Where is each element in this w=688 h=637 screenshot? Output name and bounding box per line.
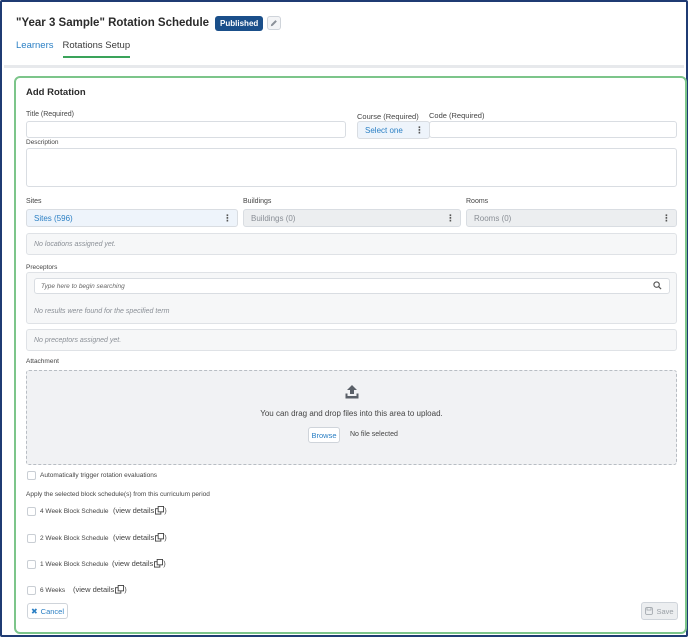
preceptors-empty-state: No preceptors assigned yet. bbox=[26, 329, 677, 351]
view-details-text: (view details bbox=[113, 506, 155, 515]
save-label: Save bbox=[656, 606, 674, 616]
external-window-icon bbox=[155, 533, 165, 542]
buildings-select-value: Buildings (0) bbox=[251, 213, 296, 223]
buildings-label: Buildings bbox=[243, 198, 272, 205]
no-file-text: No file selected bbox=[350, 431, 398, 438]
more-vertical-icon: ⋮ bbox=[662, 213, 671, 223]
sites-label: Sites bbox=[26, 198, 42, 205]
title-label: Title (Required) bbox=[26, 111, 74, 118]
description-textarea[interactable] bbox=[26, 148, 677, 187]
more-vertical-icon: ⋮ bbox=[415, 125, 424, 135]
rooms-label: Rooms bbox=[466, 198, 489, 205]
auto-trigger-label: Automatically trigger rotation evaluatio… bbox=[40, 472, 158, 479]
attachment-label: Attachment bbox=[26, 358, 59, 365]
edit-title-button[interactable] bbox=[267, 16, 282, 30]
file-dropzone[interactable]: You can drag and drop files into this ar… bbox=[26, 370, 677, 465]
sites-select[interactable]: Sites (596) ⋮ bbox=[26, 209, 238, 227]
rooms-select-value: Rooms (0) bbox=[474, 213, 512, 223]
view-details-text: (view details bbox=[73, 585, 115, 594]
pencil-icon bbox=[271, 20, 278, 27]
page-title: "Year 3 Sample" Rotation Schedule bbox=[16, 17, 210, 29]
buildings-select[interactable]: Buildings (0) ⋮ bbox=[243, 209, 461, 227]
external-window-icon bbox=[154, 559, 164, 568]
view-details-link[interactable]: (view details ) bbox=[113, 506, 167, 515]
header-divider bbox=[4, 65, 684, 68]
save-icon bbox=[645, 607, 654, 615]
preceptor-search-box: Type here to begin searching No results … bbox=[26, 272, 677, 324]
close-paren: ) bbox=[164, 533, 167, 542]
upload-message: You can drag and drop files into this ar… bbox=[260, 409, 443, 418]
block-schedule-checkbox[interactable] bbox=[27, 507, 36, 516]
view-details-link[interactable]: (view details ) bbox=[73, 585, 127, 594]
no-results-message: No results were found for the specified … bbox=[34, 308, 170, 315]
panel-title: Add Rotation bbox=[26, 87, 86, 98]
upload-icon bbox=[345, 385, 359, 399]
block-schedule-label: 2 Week Block Schedule bbox=[40, 535, 109, 542]
cancel-button[interactable]: ✖ Cancel bbox=[27, 603, 68, 619]
view-details-text: (view details bbox=[113, 533, 155, 542]
status-badge: Published bbox=[215, 15, 264, 31]
more-vertical-icon: ⋮ bbox=[446, 213, 455, 223]
code-label: Code (Required) bbox=[429, 111, 485, 120]
rooms-select[interactable]: Rooms (0) ⋮ bbox=[466, 209, 677, 227]
course-select[interactable]: Select one ⋮ bbox=[357, 121, 430, 139]
course-select-value: Select one bbox=[365, 125, 403, 135]
browse-button[interactable]: Browse bbox=[308, 427, 340, 443]
external-window-icon bbox=[115, 585, 125, 594]
preceptor-search-input[interactable]: Type here to begin searching bbox=[34, 278, 670, 294]
cancel-label: Cancel bbox=[40, 606, 65, 616]
tab-bar: Learners Rotations Setup bbox=[16, 40, 139, 58]
apply-schedule-label: Apply the selected block schedule(s) fro… bbox=[26, 491, 210, 498]
save-button[interactable]: Save bbox=[641, 602, 678, 620]
block-schedule-label: 6 Weeks bbox=[40, 587, 66, 594]
preceptor-search-placeholder: Type here to begin searching bbox=[41, 282, 125, 290]
external-window-icon bbox=[155, 506, 165, 515]
view-details-link[interactable]: (view details ) bbox=[112, 559, 166, 568]
block-schedule-label: 1 Week Block Schedule bbox=[40, 561, 109, 568]
tab-rotations-setup[interactable]: Rotations Setup bbox=[62, 40, 131, 58]
preceptors-label: Preceptors bbox=[26, 264, 58, 271]
tab-learners[interactable]: Learners bbox=[16, 40, 54, 58]
add-rotation-panel: Add Rotation Title (Required) Course (Re… bbox=[14, 76, 687, 634]
block-schedule-checkbox[interactable] bbox=[27, 586, 36, 595]
app-frame: "Year 3 Sample" Rotation Schedule Publis… bbox=[0, 0, 688, 637]
close-paren: ) bbox=[163, 559, 166, 568]
title-input[interactable] bbox=[26, 121, 346, 138]
view-details-text: (view details bbox=[112, 559, 154, 568]
block-schedule-checkbox[interactable] bbox=[27, 560, 36, 569]
block-schedule-label: 4 Week Block Schedule bbox=[40, 508, 109, 515]
search-icon[interactable] bbox=[653, 281, 662, 290]
view-details-link[interactable]: (view details ) bbox=[113, 533, 167, 542]
close-paren: ) bbox=[164, 506, 167, 515]
close-paren: ) bbox=[124, 585, 127, 594]
sites-select-value: Sites (596) bbox=[34, 213, 73, 223]
auto-trigger-checkbox[interactable] bbox=[27, 471, 36, 480]
code-input[interactable] bbox=[429, 121, 677, 138]
course-label: Course (Required) bbox=[357, 112, 419, 121]
description-label: Description bbox=[26, 139, 59, 146]
block-schedule-checkbox[interactable] bbox=[27, 534, 36, 543]
close-icon: ✖ bbox=[30, 606, 38, 616]
more-vertical-icon: ⋮ bbox=[223, 213, 232, 223]
locations-empty-state: No locations assigned yet. bbox=[26, 233, 677, 255]
